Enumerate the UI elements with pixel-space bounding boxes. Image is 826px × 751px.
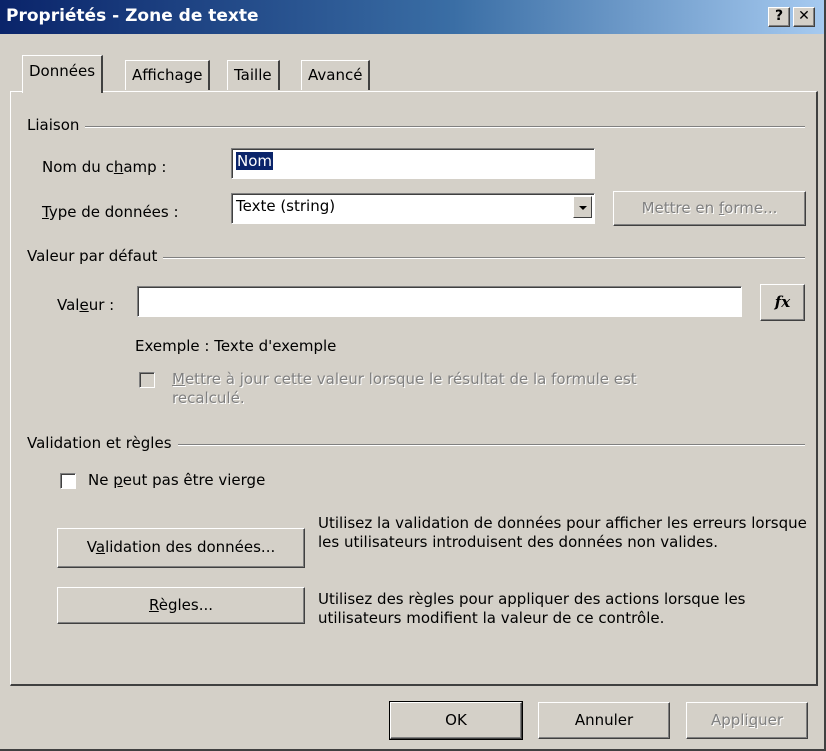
example-text: Exemple : Texte d'exemple (135, 337, 337, 355)
data-validation-button[interactable]: Validation des données... (57, 528, 305, 568)
group-label-liaison: Liaison (27, 116, 86, 134)
field-name-input[interactable]: Nom (231, 148, 595, 179)
close-button[interactable]: ✕ (793, 7, 815, 27)
data-validation-description: Utilisez la validation de données pour a… (318, 514, 807, 551)
properties-dialog: Propriétés - Zone de texte ? ✕ Données A… (0, 0, 826, 751)
not-blank-checkbox[interactable] (60, 473, 76, 489)
ok-button[interactable]: OK (389, 701, 523, 740)
field-name-value: Nom (236, 152, 274, 170)
field-name-label: Nom du champ : (42, 158, 167, 176)
value-label: Valeur : (57, 296, 115, 314)
recalc-checkbox-label: Mettre à jour cette valeur lorsque le ré… (172, 370, 637, 407)
format-button[interactable]: Mettre en forme... (613, 191, 806, 226)
data-type-value: Texte (string) (236, 197, 336, 215)
tab-taille[interactable]: Taille (227, 60, 280, 90)
help-button[interactable]: ? (768, 7, 790, 27)
group-label-validation: Validation et règles (27, 434, 178, 452)
group-divider-liaison (27, 126, 805, 128)
recalc-checkbox[interactable] (139, 372, 155, 388)
default-value-input[interactable] (137, 286, 742, 317)
function-icon: fx (774, 293, 791, 311)
tab-affichage[interactable]: Affichage (125, 60, 211, 90)
not-blank-label: Ne peut pas être vierge (88, 471, 266, 489)
chevron-down-icon[interactable] (573, 196, 592, 218)
group-label-default-value: Valeur par défaut (27, 247, 164, 265)
apply-button[interactable]: Appliquer (686, 702, 808, 739)
data-type-select[interactable]: Texte (string) (231, 193, 595, 224)
tab-donnees[interactable]: Données (22, 55, 104, 93)
close-icon: ✕ (798, 8, 810, 24)
window-title: Propriétés - Zone de texte (6, 6, 259, 26)
formula-button[interactable]: fx (760, 284, 805, 321)
rules-description: Utilisez des règles pour appliquer des a… (318, 590, 746, 627)
data-type-label: Type de données : (42, 203, 179, 221)
tab-avance[interactable]: Avancé (301, 60, 371, 90)
rules-button[interactable]: Règles... (57, 587, 305, 624)
title-bar[interactable]: Propriétés - Zone de texte ? ✕ (0, 0, 824, 34)
cancel-button[interactable]: Annuler (538, 702, 670, 739)
